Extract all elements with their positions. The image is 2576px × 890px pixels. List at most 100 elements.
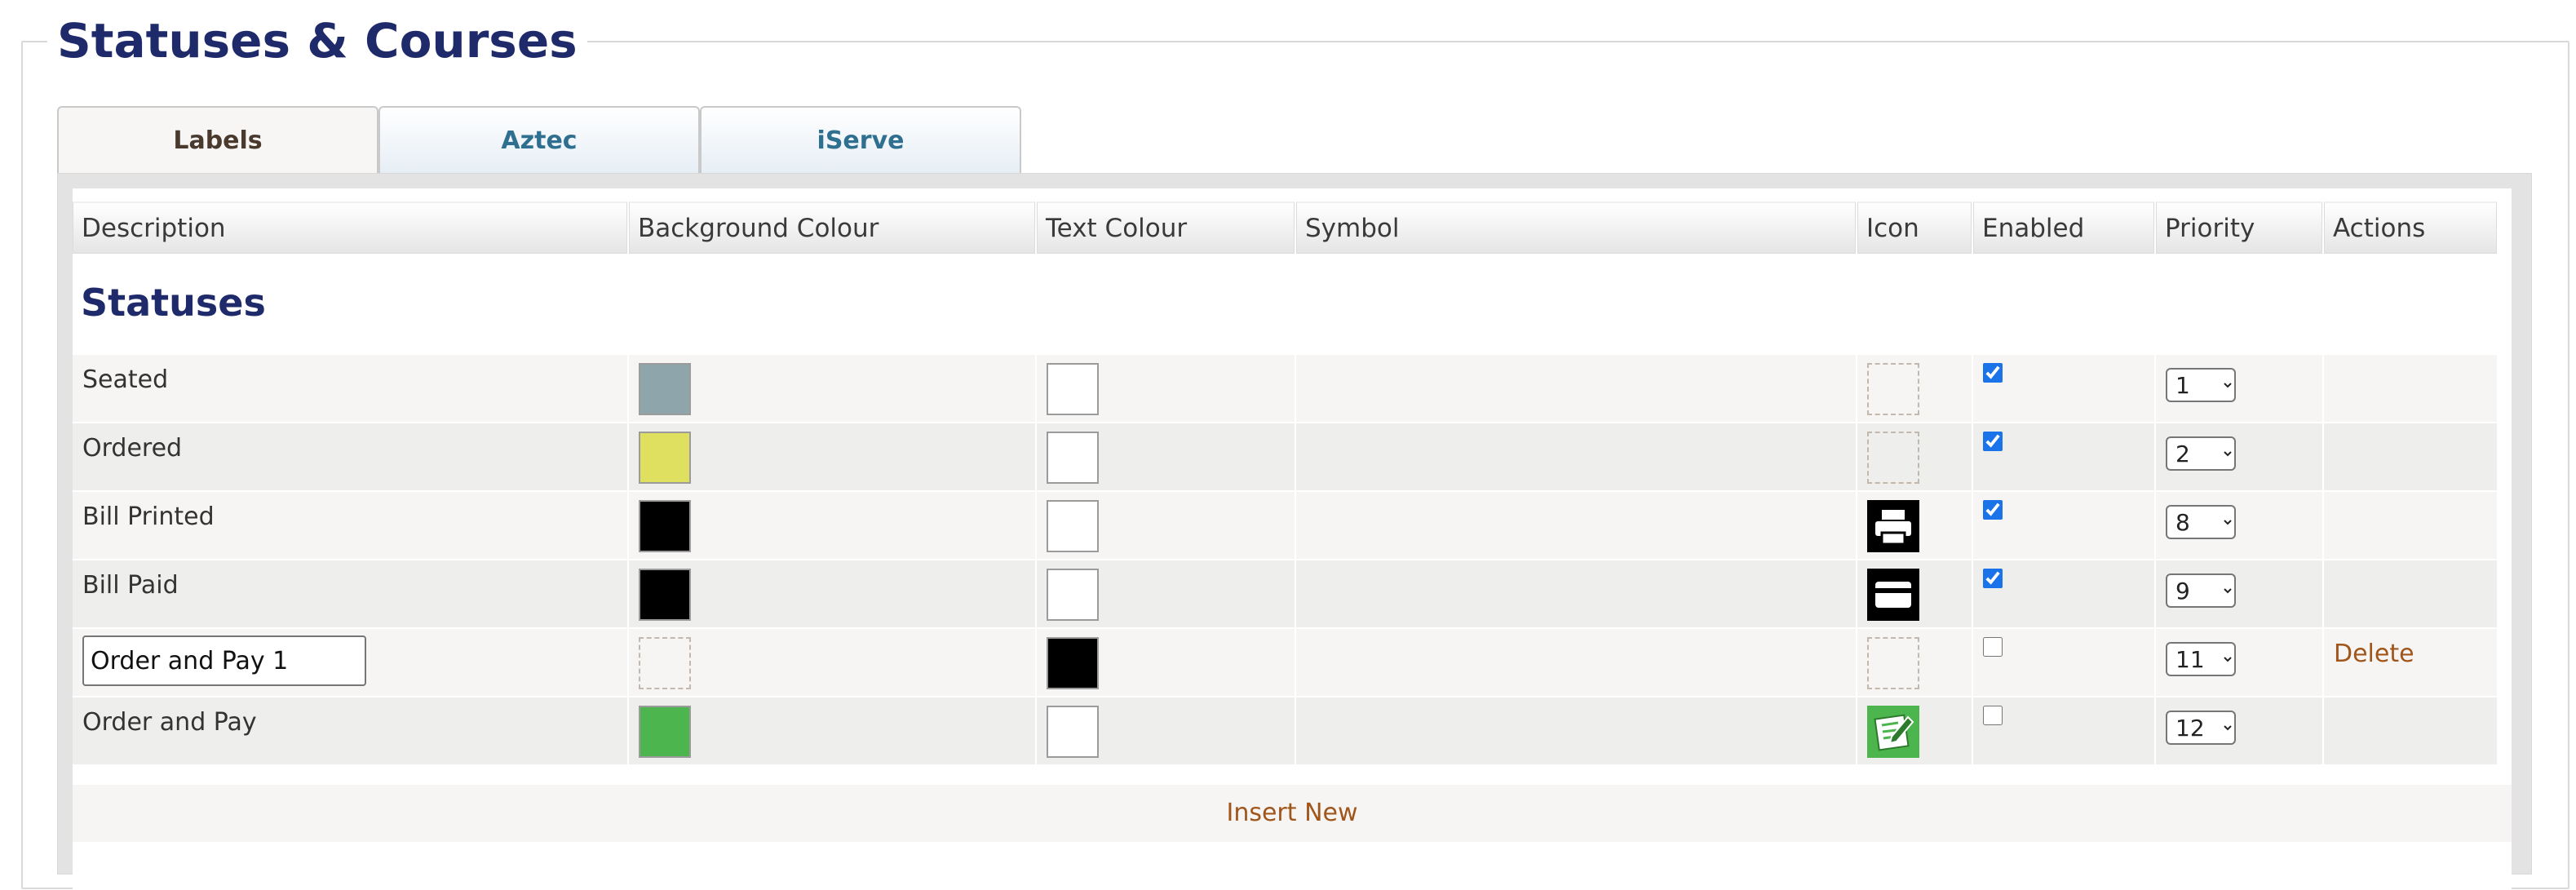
empty-icon-slot[interactable] [1867, 432, 1919, 484]
cell-bg [629, 355, 1035, 422]
header-symbol: Symbol [1296, 201, 1856, 254]
enabled-checkbox[interactable] [1983, 432, 2003, 451]
priority-select[interactable]: 9 [2166, 573, 2236, 608]
text-colour-swatch[interactable] [1047, 500, 1099, 552]
cell-enabled [1973, 423, 2154, 490]
description-input[interactable] [82, 635, 366, 686]
cell-desc: Order and Pay [73, 697, 627, 764]
text-colour-swatch[interactable] [1047, 637, 1099, 689]
cell-enabled [1973, 492, 2154, 559]
cell-text [1037, 560, 1295, 627]
cell-priority: 1 [2156, 355, 2322, 422]
cell-action [2324, 560, 2497, 627]
cell-icon [1857, 560, 1972, 627]
empty-icon-slot[interactable] [1867, 637, 1919, 689]
background-colour-swatch[interactable] [639, 432, 691, 484]
cell-text [1037, 355, 1295, 422]
cell-icon [1857, 629, 1972, 696]
cell-action [2324, 492, 2497, 559]
cell-priority: 12 [2156, 697, 2322, 764]
table-row: Bill Printed 8 [73, 492, 2512, 559]
table-row: Seated 1 [73, 355, 2512, 422]
cell-priority: 2 [2156, 423, 2322, 490]
cell-bg [629, 423, 1035, 490]
background-colour-swatch[interactable] [639, 706, 691, 758]
cell-icon [1857, 492, 1972, 559]
table-row: Order and Pay 12 [73, 697, 2512, 764]
header-background-colour: Background Colour [629, 201, 1035, 254]
cell-desc: Bill Paid [73, 560, 627, 627]
cell-sym [1296, 355, 1856, 422]
cell-bg [629, 697, 1035, 764]
cell-enabled [1973, 355, 2154, 422]
cell-desc [73, 629, 627, 696]
description-text: Bill Printed [82, 503, 215, 531]
empty-icon-slot[interactable] [1867, 363, 1919, 415]
printer-icon[interactable] [1867, 500, 1919, 552]
enabled-checkbox[interactable] [1983, 363, 2003, 383]
background-colour-swatch[interactable] [639, 500, 691, 552]
cell-sym [1296, 423, 1856, 490]
insert-new-link[interactable]: Insert New [1226, 799, 1357, 827]
priority-select[interactable]: 11 [2166, 642, 2236, 676]
text-colour-swatch[interactable] [1047, 706, 1099, 758]
cell-priority: 11 [2156, 629, 2322, 696]
enabled-checkbox[interactable] [1983, 706, 2003, 725]
cell-action [2324, 423, 2497, 490]
priority-select[interactable]: 1 [2166, 368, 2236, 402]
cell-enabled [1973, 697, 2154, 764]
cell-action [2324, 697, 2497, 764]
tab-labels[interactable]: Labels [57, 106, 378, 173]
delete-link[interactable]: Delete [2324, 629, 2497, 680]
text-colour-swatch[interactable] [1047, 363, 1099, 415]
cell-sym [1296, 560, 1856, 627]
cell-bg [629, 492, 1035, 559]
description-text: Order and Pay [82, 708, 257, 737]
tab-iserve[interactable]: iServe [700, 106, 1021, 173]
cell-text [1037, 492, 1295, 559]
cell-desc: Seated [73, 355, 627, 422]
header-actions: Actions [2324, 201, 2497, 254]
cell-enabled [1973, 560, 2154, 627]
tab-aztec[interactable]: Aztec [378, 106, 700, 173]
text-colour-swatch[interactable] [1047, 569, 1099, 621]
statuses-table: Description Background Colour Text Colou… [73, 188, 2512, 890]
cell-bg [629, 629, 1035, 696]
priority-select[interactable]: 2 [2166, 436, 2236, 471]
cell-action [2324, 355, 2497, 422]
enabled-checkbox[interactable] [1983, 637, 2003, 657]
cell-desc: Ordered [73, 423, 627, 490]
enabled-checkbox[interactable] [1983, 569, 2003, 588]
cell-icon [1857, 697, 1972, 764]
tab-bar: Labels Aztec iServe [57, 106, 1021, 173]
cell-icon [1857, 355, 1972, 422]
background-colour-swatch[interactable] [639, 569, 691, 621]
table-header-row: Description Background Colour Text Colou… [73, 201, 2512, 254]
header-icon: Icon [1857, 201, 1972, 254]
edit-order-icon[interactable] [1867, 706, 1919, 758]
cell-text [1037, 629, 1295, 696]
background-colour-swatch[interactable] [639, 637, 691, 689]
cell-sym [1296, 629, 1856, 696]
header-text-colour: Text Colour [1037, 201, 1295, 254]
text-colour-swatch[interactable] [1047, 432, 1099, 484]
priority-select[interactable]: 12 [2166, 711, 2236, 745]
description-text: Bill Paid [82, 571, 179, 600]
cell-bg [629, 560, 1035, 627]
credit-card-icon[interactable] [1867, 569, 1919, 621]
cell-text [1037, 697, 1295, 764]
description-text: Ordered [82, 434, 183, 463]
table-row: Ordered 2 [73, 423, 2512, 490]
cell-sym [1296, 492, 1856, 559]
cell-desc: Bill Printed [73, 492, 627, 559]
header-description: Description [73, 201, 627, 254]
header-priority: Priority [2156, 201, 2322, 254]
background-colour-swatch[interactable] [639, 363, 691, 415]
priority-select[interactable]: 8 [2166, 505, 2236, 539]
section-title-statuses: Statuses [81, 281, 266, 325]
cell-icon [1857, 423, 1972, 490]
insert-row: Insert New [73, 785, 2512, 842]
page-title: Statuses & Courses [47, 5, 587, 77]
enabled-checkbox[interactable] [1983, 500, 2003, 520]
cell-text [1037, 423, 1295, 490]
